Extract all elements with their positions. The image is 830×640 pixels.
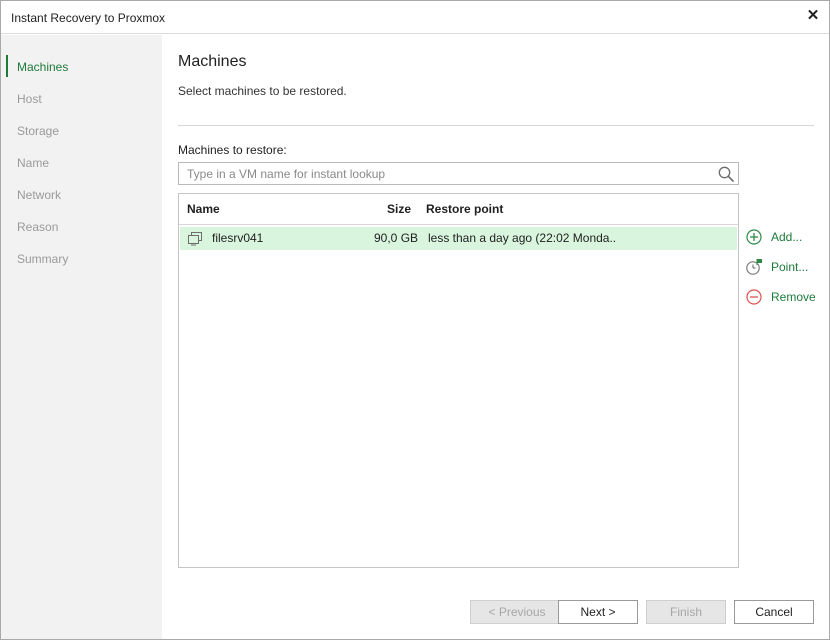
column-header-size[interactable]: Size — [387, 202, 411, 216]
table-header: Name Size Restore point — [179, 194, 738, 225]
page-title: Machines — [178, 53, 247, 70]
step-host: Host — [17, 92, 42, 106]
column-header-name[interactable]: Name — [187, 202, 220, 216]
add-label: Add... — [771, 230, 803, 244]
add-button[interactable]: Add... — [745, 228, 825, 248]
dialog-window: Instant Recovery to Proxmox ✕ Machines H… — [0, 0, 830, 640]
restore-point-clock-icon — [746, 259, 762, 275]
remove-button[interactable]: Remove — [745, 288, 825, 308]
point-button[interactable]: Point... — [745, 258, 825, 278]
cancel-button[interactable]: Cancel — [734, 600, 814, 624]
row-restore-point: less than a day ago (22:02 Monda.. — [428, 231, 617, 245]
finish-button[interactable]: Finish — [646, 600, 726, 624]
window-title: Instant Recovery to Proxmox — [11, 11, 166, 25]
next-button[interactable]: Next > — [558, 600, 638, 624]
step-reason: Reason — [17, 220, 59, 234]
machines-to-restore-label: Machines to restore: — [178, 143, 287, 157]
row-vm-size: 90,0 GB — [374, 231, 419, 245]
step-summary: Summary — [17, 252, 69, 266]
title-bar: Instant Recovery to Proxmox ✕ — [1, 1, 829, 34]
main-content: Machines Select machines to be restored.… — [162, 35, 829, 639]
point-label: Point... — [771, 260, 809, 274]
step-network: Network — [17, 188, 62, 202]
remove-label: Remove — [771, 290, 816, 304]
step-name: Name — [17, 156, 50, 170]
active-step-marker — [6, 55, 8, 77]
wizard-steps-sidebar: Machines Host Storage Name Network Reaso… — [1, 35, 162, 639]
column-header-restore-point[interactable]: Restore point — [426, 202, 503, 216]
step-machines[interactable]: Machines — [17, 60, 68, 74]
table-row[interactable]: filesrv041 90,0 GB less than a day ago (… — [180, 227, 737, 250]
vm-search-box — [178, 162, 739, 185]
vm-icon — [188, 232, 202, 246]
remove-icon — [746, 289, 762, 305]
add-icon — [746, 229, 762, 245]
step-storage: Storage — [17, 124, 60, 138]
machines-table[interactable]: Name Size Restore point filesrv041 90,0 … — [178, 193, 739, 568]
row-vm-name: filesrv041 — [212, 231, 264, 245]
page-subtitle: Select machines to be restored. — [178, 84, 347, 98]
header-divider — [178, 125, 814, 126]
vm-search-input[interactable] — [179, 163, 709, 184]
search-icon[interactable] — [717, 165, 735, 183]
close-icon[interactable]: ✕ — [806, 8, 820, 24]
previous-button[interactable]: < Previous — [470, 600, 564, 624]
